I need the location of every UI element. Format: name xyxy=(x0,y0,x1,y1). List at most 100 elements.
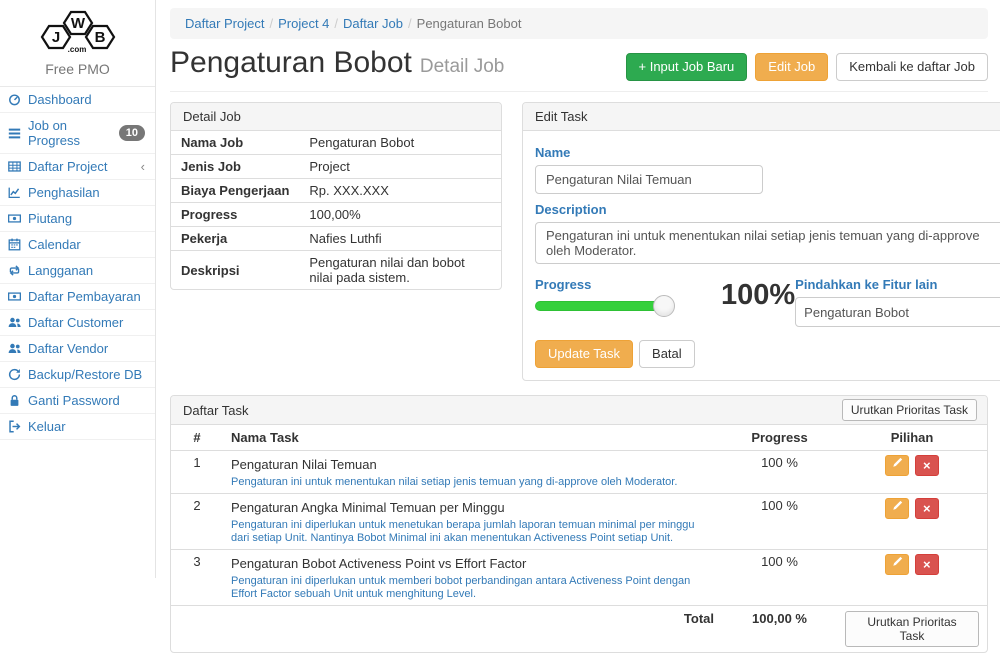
breadcrumb-link-daftar-job[interactable]: Daftar Job xyxy=(343,16,403,31)
delete-task-button[interactable]: × xyxy=(915,554,939,575)
progress-slider[interactable] xyxy=(535,301,663,311)
detail-label: Nama Job xyxy=(171,131,299,155)
svg-text:W: W xyxy=(70,15,85,32)
sidebar-item-label: Backup/Restore DB xyxy=(28,367,142,382)
lock-icon xyxy=(8,394,21,407)
column-header-progress: Progress xyxy=(722,425,837,451)
column-header-num: # xyxy=(171,425,223,451)
table-header-row: # Nama Task Progress Pilihan xyxy=(171,425,987,451)
task-progress: 100 % xyxy=(722,494,837,550)
users-icon xyxy=(8,316,21,329)
sidebar-item-label: Penghasilan xyxy=(28,185,100,200)
update-task-button[interactable]: Update Task xyxy=(535,340,633,368)
task-progress: 100 % xyxy=(722,451,837,494)
sidebar-item-job-on-progress[interactable]: Job on Progress 10 xyxy=(0,113,155,154)
daftar-task-panel-heading: Daftar Task Urutkan Prioritas Task xyxy=(171,396,987,425)
detail-job-table: Nama JobPengaturan Bobot Jenis JobProjec… xyxy=(171,131,501,289)
breadcrumb-link-daftar-project[interactable]: Daftar Project xyxy=(185,16,264,31)
urutkan-prioritas-task-button-top[interactable]: Urutkan Prioritas Task xyxy=(842,399,977,421)
progress-label: Progress xyxy=(535,277,703,292)
breadcrumb-link-project-4[interactable]: Project 4 xyxy=(278,16,329,31)
detail-value: Project xyxy=(299,155,501,179)
table-icon xyxy=(8,160,21,173)
sidebar-item-langganan[interactable]: Langganan xyxy=(0,258,155,284)
task-name: Pengaturan Nilai Temuan xyxy=(231,455,714,473)
task-number: 1 xyxy=(171,451,223,494)
urutkan-prioritas-task-button-bottom[interactable]: Urutkan Prioritas Task xyxy=(845,611,979,647)
sidebar-item-label: Daftar Vendor xyxy=(28,341,108,356)
slider-handle[interactable] xyxy=(653,295,675,317)
sign-out-icon xyxy=(8,420,21,433)
detail-label: Pekerja xyxy=(171,227,299,251)
task-cell: Pengaturan Angka Minimal Temuan per Ming… xyxy=(223,494,722,550)
svg-text:.com: .com xyxy=(67,45,86,54)
page-title: Pengaturan Bobot Detail Job xyxy=(170,45,504,85)
detail-value: Pengaturan Bobot xyxy=(299,131,501,155)
edit-task-button[interactable] xyxy=(885,455,909,476)
delete-task-button[interactable]: × xyxy=(915,498,939,519)
page-subtitle: Detail Job xyxy=(420,56,505,77)
task-description-textarea[interactable] xyxy=(535,222,1000,264)
pencil-icon xyxy=(892,556,903,567)
breadcrumb-current: Pengaturan Bobot xyxy=(417,16,522,31)
batal-button[interactable]: Batal xyxy=(639,340,695,368)
delete-task-button[interactable]: × xyxy=(915,455,939,476)
task-cell: Pengaturan Nilai Temuan Pengaturan ini u… xyxy=(223,451,722,494)
x-icon: × xyxy=(923,501,931,516)
progress-column: Progress xyxy=(535,269,703,311)
total-value: 100,00 % xyxy=(722,606,837,653)
description-label: Description xyxy=(535,202,1000,217)
column-header-pilihan: Pilihan xyxy=(837,425,987,451)
users-icon xyxy=(8,342,21,355)
sidebar-item-daftar-project[interactable]: Daftar Project ‹ xyxy=(0,154,155,180)
total-label: Total xyxy=(171,606,722,653)
sidebar-item-daftar-customer[interactable]: Daftar Customer xyxy=(0,310,155,336)
sidebar-item-calendar[interactable]: Calendar xyxy=(0,232,155,258)
input-job-baru-button[interactable]: + Input Job Baru xyxy=(626,53,748,81)
table-row: Progress100,00% xyxy=(171,203,501,227)
task-name: Pengaturan Angka Minimal Temuan per Ming… xyxy=(231,498,714,516)
sidebar-item-backup-restore-db[interactable]: Backup/Restore DB xyxy=(0,362,155,388)
sidebar-item-label: Daftar Project xyxy=(28,159,107,174)
edit-task-button[interactable] xyxy=(885,554,909,575)
sidebar-item-piutang[interactable]: Piutang xyxy=(0,206,155,232)
edit-task-panel: Edit Task Name Description Progress 100% xyxy=(522,102,1000,381)
sidebar-item-label: Piutang xyxy=(28,211,72,226)
retweet-icon xyxy=(8,264,21,277)
sidebar-item-daftar-vendor[interactable]: Daftar Vendor xyxy=(0,336,155,362)
sidebar-item-label: Daftar Pembayaran xyxy=(28,289,141,304)
table-row: Biaya PengerjaanRp. XXX.XXX xyxy=(171,179,501,203)
page-title-text: Pengaturan Bobot xyxy=(170,46,412,79)
sidebar: J W B .com Free PMO Dashboard Job on Pro… xyxy=(0,0,156,578)
edit-task-panel-title: Edit Task xyxy=(523,103,1000,131)
task-table: # Nama Task Progress Pilihan 1 Pengatura… xyxy=(171,425,987,652)
detail-label: Biaya Pengerjaan xyxy=(171,179,299,203)
money-icon xyxy=(8,290,21,303)
line-chart-icon xyxy=(8,186,21,199)
form-actions: Update Task Batal xyxy=(535,340,1000,368)
move-to-feature-select[interactable]: Pengaturan Bobot xyxy=(795,297,1000,327)
sidebar-item-keluar[interactable]: Keluar xyxy=(0,414,155,440)
breadcrumb-separator: / xyxy=(408,16,412,31)
detail-label: Deskripsi xyxy=(171,251,299,290)
table-row: 1 Pengaturan Nilai Temuan Pengaturan ini… xyxy=(171,451,987,494)
app-logo[interactable]: J W B .com xyxy=(0,0,155,57)
task-description: Pengaturan ini untuk menentukan nilai se… xyxy=(231,476,714,489)
sidebar-item-label: Job on Progress xyxy=(28,118,112,148)
task-name-input[interactable] xyxy=(535,165,763,194)
table-row: Nama JobPengaturan Bobot xyxy=(171,131,501,155)
sidebar-item-daftar-pembayaran[interactable]: Daftar Pembayaran xyxy=(0,284,155,310)
sidebar-item-dashboard[interactable]: Dashboard xyxy=(0,87,155,113)
table-row: Jenis JobProject xyxy=(171,155,501,179)
sidebar-item-penghasilan[interactable]: Penghasilan xyxy=(0,180,155,206)
sidebar-item-ganti-password[interactable]: Ganti Password xyxy=(0,388,155,414)
sidebar-item-label: Daftar Customer xyxy=(28,315,123,330)
edit-task-button[interactable] xyxy=(885,498,909,519)
edit-job-button[interactable]: Edit Job xyxy=(755,53,828,81)
table-footer-row: Total 100,00 % Urutkan Prioritas Task xyxy=(171,606,987,653)
detail-label: Progress xyxy=(171,203,299,227)
sidebar-item-label: Ganti Password xyxy=(28,393,120,408)
kembali-ke-daftar-job-button[interactable]: Kembali ke daftar Job xyxy=(836,53,988,81)
page-header: Pengaturan Bobot Detail Job + Input Job B… xyxy=(170,45,988,92)
chevron-left-icon: ‹ xyxy=(141,160,145,173)
